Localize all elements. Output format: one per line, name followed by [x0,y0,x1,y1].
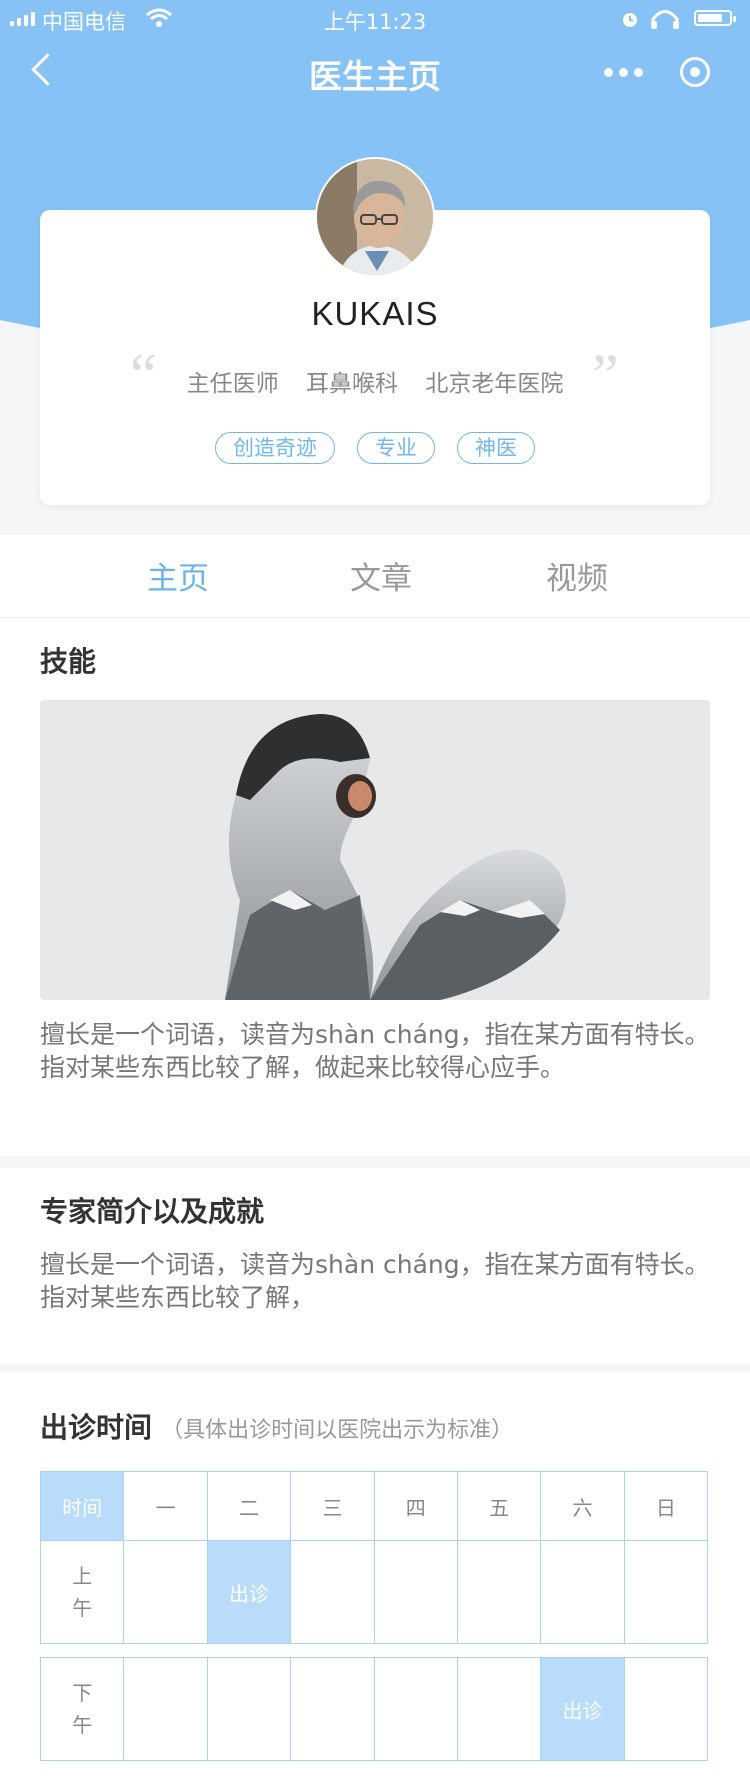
morning-label: 上午 [39,1540,125,1644]
status-bar: 中国电信 上午11:23 [0,0,750,40]
intro-description: 擅长是一个词语，读音为shàn cháng，指在某方面有特长。指对某些东西比较了… [40,1250,710,1312]
weekday-header: 六 [540,1471,625,1541]
alarm-icon [623,13,637,27]
time-header: 时间 [39,1471,125,1541]
doctor-hospital: 北京老年医院 [425,371,564,397]
weekday-header: 五 [456,1471,542,1541]
skills-image [40,700,710,1000]
schedule-cell [290,1540,375,1644]
doctor-title: 主任医师 [186,371,279,397]
tab-home[interactable]: 主页 [147,553,209,598]
schedule-cell [373,1657,458,1761]
doctor-department: 耳鼻喉科 [306,371,398,397]
schedule-heading: 出诊时间 （具体出诊时间以医院出示为标准） [40,1406,513,1446]
more-options-icon[interactable] [604,68,643,77]
schedule-cell [123,1657,208,1761]
schedule-cell [540,1540,625,1644]
schedule-cell [623,1657,709,1761]
schedule-section: 出诊时间 （具体出诊时间以医院出示为标准） 时间 一 二 三 四 五 六 日 上… [0,1373,750,1790]
battery-icon [694,10,736,26]
morning-row: 上午 出诊 [39,1540,709,1644]
weekday-header: 三 [290,1471,375,1541]
schedule-cell [123,1540,208,1644]
skills-section: 技能 擅长是一个词语，读音为shàn cháng，指在某方面有特长。指对某些东西… [0,618,750,1156]
schedule-note: （具体出诊时间以医院出示为标准） [161,1418,514,1443]
close-miniprogram-icon[interactable] [680,57,710,87]
schedule-cell-on-duty[interactable]: 出诊 [540,1657,625,1761]
weekday-header: 一 [123,1471,208,1541]
profile-tabs: 主页 文章 视频 [0,535,750,618]
doctor-tags: 创造奇迹 专业 神医 [40,432,710,464]
schedule-cell [623,1540,709,1644]
schedule-header-row: 时间 一 二 三 四 五 六 日 [39,1471,709,1541]
tag-badge: 创造奇迹 [215,432,335,464]
schedule-cell [290,1657,375,1761]
tab-articles[interactable]: 文章 [350,553,412,598]
skills-description: 擅长是一个词语，读音为shàn cháng，指在某方面有特长。指对某些东西比较了… [40,1020,710,1082]
skills-title: 技能 [40,645,97,678]
schedule-cell-on-duty[interactable]: 出诊 [206,1540,292,1644]
schedule-title: 出诊时间 [40,1411,153,1444]
weekday-header: 二 [206,1471,292,1541]
afternoon-label: 下午 [39,1657,125,1761]
headphone-icon [651,10,679,29]
schedule-cell [456,1657,542,1761]
tag-badge: 神医 [457,432,535,464]
doctor-home-page: 中国电信 上午11:23 医生主页 KUKAIS “ 主任医师 耳鼻喉科 北京老… [0,0,750,1790]
weekday-header: 日 [623,1471,709,1541]
close-quote-icon: ” [592,342,619,408]
intro-section: 专家简介以及成就 擅长是一个词语，读音为shàn cháng，指在某方面有特长。… [0,1168,750,1363]
schedule-table-afternoon: 下午 出诊 [39,1657,709,1761]
tab-videos[interactable]: 视频 [546,553,608,598]
weekday-header: 四 [373,1471,458,1541]
tag-badge: 专业 [357,432,435,464]
doctor-name: KUKAIS [311,295,439,332]
schedule-cell [456,1540,542,1644]
intro-title: 专家简介以及成就 [40,1195,265,1228]
doctor-avatar [315,157,435,277]
schedule-cell [373,1540,458,1644]
afternoon-row: 下午 出诊 [39,1657,709,1761]
schedule-table: 时间 一 二 三 四 五 六 日 上午 出诊 [39,1471,709,1644]
schedule-cell [206,1657,292,1761]
